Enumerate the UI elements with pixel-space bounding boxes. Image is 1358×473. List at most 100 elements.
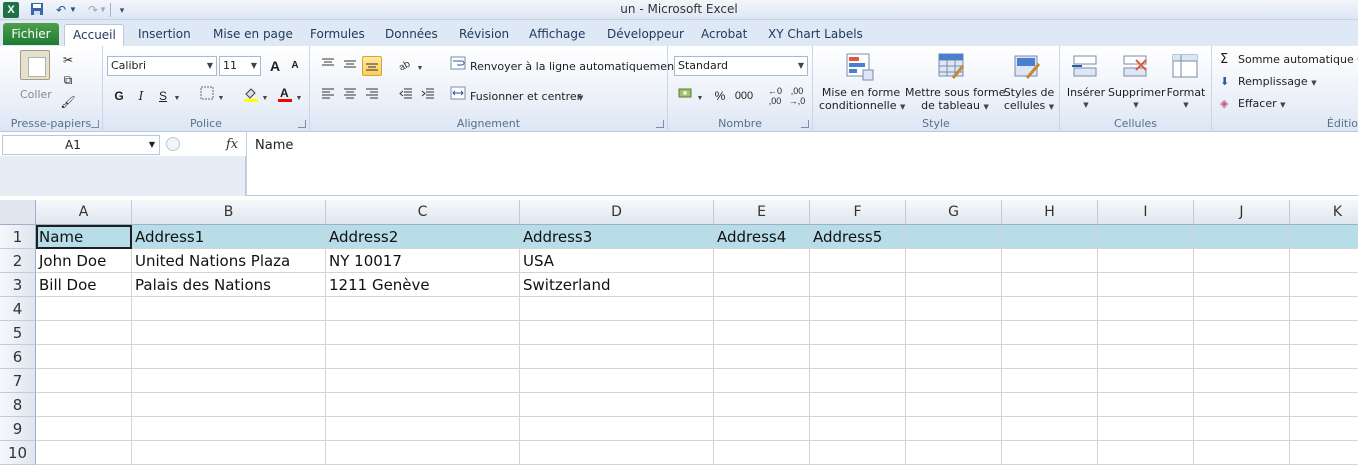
cell-c8[interactable]: [326, 393, 520, 417]
cell-f2[interactable]: [810, 249, 906, 273]
format-painter-icon[interactable]: 🖌: [58, 92, 78, 112]
tab-xy-chart-labels[interactable]: XY Chart Labels: [760, 24, 871, 46]
shrink-font-button[interactable]: A: [285, 56, 305, 76]
cell-f4[interactable]: [810, 297, 906, 321]
cell-i5[interactable]: [1098, 321, 1194, 345]
cell-b8[interactable]: [132, 393, 326, 417]
cell-b1[interactable]: Address1: [132, 225, 326, 249]
cell-e6[interactable]: [714, 345, 810, 369]
cell-f10[interactable]: [810, 441, 906, 465]
cell-b6[interactable]: [132, 345, 326, 369]
cell-c10[interactable]: [326, 441, 520, 465]
italic-button[interactable]: I: [131, 86, 151, 106]
cell-i7[interactable]: [1098, 369, 1194, 393]
cell-c3[interactable]: 1211 Genève: [326, 273, 520, 297]
cell-b9[interactable]: [132, 417, 326, 441]
cell-a10[interactable]: [36, 441, 132, 465]
thousands-button[interactable]: 000: [732, 86, 756, 106]
clear-button[interactable]: Effacer ▼: [1238, 97, 1286, 110]
cell-f8[interactable]: [810, 393, 906, 417]
increase-indent-icon[interactable]: [418, 86, 438, 106]
percent-button[interactable]: %: [710, 86, 730, 106]
conditional-formatting-button[interactable]: Mise en forme conditionnelle ▼: [819, 86, 905, 114]
cell-e4[interactable]: [714, 297, 810, 321]
formula-bar-resize-handle[interactable]: [166, 137, 180, 151]
merge-dropdown-icon[interactable]: ▼: [578, 90, 583, 103]
cell-f5[interactable]: [810, 321, 906, 345]
cell-i3[interactable]: [1098, 273, 1194, 297]
column-header-e[interactable]: E: [714, 200, 810, 225]
cell-g6[interactable]: [906, 345, 1002, 369]
cell-c7[interactable]: [326, 369, 520, 393]
cell-b2[interactable]: United Nations Plaza: [132, 249, 326, 273]
cell-i10[interactable]: [1098, 441, 1194, 465]
column-header-i[interactable]: I: [1098, 200, 1194, 225]
tab-insertion[interactable]: Insertion: [130, 24, 199, 46]
tab-fichier[interactable]: Fichier: [3, 23, 59, 45]
alignment-launcher-icon[interactable]: [656, 120, 664, 128]
row-header-5[interactable]: 5: [0, 321, 36, 345]
cell-a7[interactable]: [36, 369, 132, 393]
cell-j2[interactable]: [1194, 249, 1290, 273]
font-color-dropdown-icon[interactable]: ▼: [293, 86, 305, 106]
format-button[interactable]: Format ▼: [1164, 86, 1208, 112]
copy-icon[interactable]: ⧉: [58, 70, 78, 90]
cell-f6[interactable]: [810, 345, 906, 369]
delete-cells-icon[interactable]: [1120, 52, 1150, 82]
cell-a8[interactable]: [36, 393, 132, 417]
column-header-c[interactable]: C: [326, 200, 520, 225]
cell-k5[interactable]: [1290, 321, 1358, 345]
cell-g4[interactable]: [906, 297, 1002, 321]
cell-e5[interactable]: [714, 321, 810, 345]
increase-decimal-icon[interactable]: ←0,00: [764, 86, 786, 106]
tab-mise-en-page[interactable]: Mise en page: [205, 24, 301, 46]
cell-h4[interactable]: [1002, 297, 1098, 321]
cell-h5[interactable]: [1002, 321, 1098, 345]
cell-c1[interactable]: Address2: [326, 225, 520, 249]
cell-j9[interactable]: [1194, 417, 1290, 441]
cell-h2[interactable]: [1002, 249, 1098, 273]
cell-g5[interactable]: [906, 321, 1002, 345]
fill-icon[interactable]: ⬇: [1220, 75, 1229, 88]
borders-dropdown-icon[interactable]: ▼: [215, 86, 227, 106]
cell-d4[interactable]: [520, 297, 714, 321]
cell-a4[interactable]: [36, 297, 132, 321]
row-header-1[interactable]: 1: [0, 225, 36, 249]
tab-accueil[interactable]: Accueil: [64, 24, 124, 47]
tab-developpeur[interactable]: Développeur: [599, 24, 692, 46]
cell-h10[interactable]: [1002, 441, 1098, 465]
cell-i6[interactable]: [1098, 345, 1194, 369]
cell-j7[interactable]: [1194, 369, 1290, 393]
align-center-icon[interactable]: [340, 86, 360, 106]
format-as-table-icon[interactable]: [937, 52, 967, 82]
cell-c6[interactable]: [326, 345, 520, 369]
cell-h6[interactable]: [1002, 345, 1098, 369]
cell-k4[interactable]: [1290, 297, 1358, 321]
cell-b3[interactable]: Palais des Nations: [132, 273, 326, 297]
cell-j4[interactable]: [1194, 297, 1290, 321]
align-bottom-icon[interactable]: [362, 56, 382, 76]
column-header-a[interactable]: A: [36, 200, 132, 225]
wrap-text-button[interactable]: Renvoyer à la ligne automatiquement: [470, 60, 678, 73]
row-header-4[interactable]: 4: [0, 297, 36, 321]
underline-button[interactable]: S: [153, 86, 173, 106]
cell-k8[interactable]: [1290, 393, 1358, 417]
merge-center-button[interactable]: Fusionner et centrer: [470, 90, 581, 103]
grow-font-button[interactable]: A: [265, 56, 285, 76]
cell-a5[interactable]: [36, 321, 132, 345]
cell-e7[interactable]: [714, 369, 810, 393]
cell-a1[interactable]: Name: [36, 225, 132, 249]
cell-styles-button[interactable]: Styles de cellules ▼: [1003, 86, 1055, 114]
currency-icon[interactable]: [676, 86, 696, 106]
format-as-table-button[interactable]: Mettre sous forme de tableau ▼: [905, 86, 1006, 114]
cell-i8[interactable]: [1098, 393, 1194, 417]
row-header-3[interactable]: 3: [0, 273, 36, 297]
cut-icon[interactable]: ✂: [58, 50, 78, 70]
cell-e2[interactable]: [714, 249, 810, 273]
column-header-h[interactable]: H: [1002, 200, 1098, 225]
font-launcher-icon[interactable]: [298, 120, 306, 128]
column-header-g[interactable]: G: [906, 200, 1002, 225]
tab-affichage[interactable]: Affichage: [521, 24, 593, 46]
cell-d8[interactable]: [520, 393, 714, 417]
tab-formules[interactable]: Formules: [302, 24, 373, 46]
